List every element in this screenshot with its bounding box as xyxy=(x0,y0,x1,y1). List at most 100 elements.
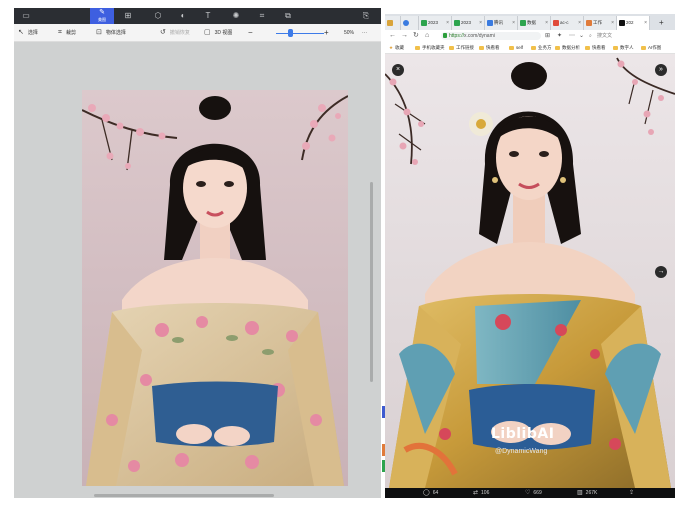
translate-icon[interactable]: ⊞ xyxy=(545,31,550,41)
views-button[interactable]: ▥ 267K xyxy=(577,489,597,497)
close-icon[interactable]: × xyxy=(446,16,449,30)
vertical-scrollbar[interactable] xyxy=(370,182,373,382)
tab-label: 腾讯 xyxy=(494,20,503,25)
tab-favicon xyxy=(454,20,460,26)
close-icon[interactable]: × xyxy=(392,64,404,76)
url-scheme: https:// xyxy=(449,33,465,39)
folder-icon xyxy=(585,46,590,50)
transform-icon[interactable]: ⊞ xyxy=(120,8,136,24)
crop-tool-button[interactable]: ⌗ 裁剪 xyxy=(58,28,76,38)
tab[interactable]: 数据 × xyxy=(518,16,551,30)
portrait-illustration xyxy=(82,90,348,486)
bookmark-item[interactable]: 业务方 xyxy=(531,44,552,52)
bookmark-item[interactable]: 数字人 xyxy=(613,44,634,52)
tab-label: 2023 xyxy=(461,20,472,25)
zoom-slider[interactable] xyxy=(276,33,324,34)
bookmark-item[interactable]: 数据分析 xyxy=(555,44,580,52)
zoom-in-button[interactable]: + xyxy=(324,28,329,38)
close-icon[interactable]: × xyxy=(479,16,482,30)
tab-strip: 2023 × 2023 × 腾讯 × 数据 × ac-c × 工作 × 202 × + xyxy=(385,14,675,30)
menu-icon[interactable]: ⋯ xyxy=(569,31,575,41)
chevron-down-icon[interactable]: ⌄ xyxy=(579,31,584,41)
close-icon[interactable]: × xyxy=(611,16,614,30)
bar-chart-icon: ▥ xyxy=(577,490,583,496)
browser-window: 2023 × 2023 × 腾讯 × 数据 × ac-c × 工作 × 202 × + ← →… xyxy=(385,14,675,498)
tab-label: 数据 xyxy=(527,20,536,25)
export-icon[interactable]: ⎘ xyxy=(358,8,374,24)
like-count: 669 xyxy=(533,490,542,496)
bookmark-item[interactable]: 手机收藏夹 xyxy=(415,44,445,52)
post-image xyxy=(385,54,675,488)
more-options-button[interactable]: ··· xyxy=(362,28,367,38)
address-bar[interactable]: https://x.com/dynami xyxy=(441,32,541,40)
layers-icon[interactable]: ⧉ xyxy=(280,8,296,24)
select-tool-button[interactable]: ↖ 选择 xyxy=(18,28,38,38)
back-icon[interactable]: ← xyxy=(389,31,396,41)
comment-icon: ◯ xyxy=(423,490,430,496)
repost-button[interactable]: ⇄ 106 xyxy=(473,489,489,497)
photo-editor-window: ▭ ✎ 美图 ⊞ ⬡ ◐ T ✺ ⌗ ⧉ ⎘ ↖ 选择 ⌗ 裁剪 ⊡ 物体选择 ↺ 撤销恢… xyxy=(14,8,381,498)
tab[interactable]: ac-c × xyxy=(551,16,584,30)
folder-icon xyxy=(613,46,618,50)
bookmark-item[interactable]: 快看看 xyxy=(479,44,500,52)
tab[interactable] xyxy=(401,16,419,30)
zoom-out-button[interactable]: − xyxy=(248,28,253,38)
tab-active[interactable]: 202 × xyxy=(617,16,650,30)
media-viewer: × » → LiblibAI @DynamicWang xyxy=(385,54,675,488)
tab[interactable]: 2023 × xyxy=(419,16,452,30)
tab[interactable]: 工作 × xyxy=(584,16,617,30)
forward-icon[interactable]: → xyxy=(401,31,408,41)
crop-icon[interactable]: ⌗ xyxy=(254,8,270,24)
like-button[interactable]: ♡ 669 xyxy=(525,489,542,497)
object-select-button[interactable]: ⊡ 物体选择 xyxy=(96,28,126,38)
tab[interactable] xyxy=(385,16,401,30)
search-input[interactable]: ⌕ 搜文文 xyxy=(589,32,659,40)
url-path: x.com/dynami xyxy=(464,33,495,39)
close-icon[interactable]: × xyxy=(512,16,515,30)
horizontal-scrollbar[interactable] xyxy=(94,494,274,497)
bookmark-label: 工作链接 xyxy=(456,45,474,50)
bookmark-item[interactable]: 工作链接 xyxy=(449,44,474,52)
tab-favicon xyxy=(487,20,493,26)
object-select-icon: ⊡ xyxy=(96,29,102,36)
close-icon[interactable]: × xyxy=(578,16,581,30)
restore-button[interactable]: ↺ 撤销恢复 xyxy=(160,28,190,38)
bookmark-item[interactable]: self xyxy=(509,44,523,52)
post-action-bar: ◯ 64 ⇄ 106 ♡ 669 ▥ 267K ⇪ xyxy=(385,488,675,498)
bookmark-label: 手机收藏夹 xyxy=(422,45,445,50)
expand-icon[interactable]: » xyxy=(655,64,667,76)
bookmark-item[interactable]: ★ 收藏 xyxy=(389,44,404,52)
text-icon[interactable]: T xyxy=(200,8,216,24)
new-tab-button[interactable]: + xyxy=(650,16,675,30)
close-icon[interactable]: × xyxy=(545,16,548,30)
palette-icon[interactable]: ◐ xyxy=(175,8,191,24)
tab[interactable]: 腾讯 × xyxy=(485,16,518,30)
close-icon[interactable]: × xyxy=(644,16,647,30)
next-arrow-icon[interactable]: → xyxy=(655,266,667,278)
beauty-tool-button[interactable]: ✎ 美图 xyxy=(90,8,114,24)
bookmark-item[interactable]: 快看看 xyxy=(585,44,606,52)
bookmark-item[interactable]: AI作图 xyxy=(641,44,661,52)
editor-canvas[interactable] xyxy=(14,42,381,498)
bookmark-label: 数据分析 xyxy=(562,45,580,50)
bookmark-label: 快看看 xyxy=(486,45,500,50)
pin-icon[interactable]: ✦ xyxy=(557,31,562,41)
zoom-slider-knob[interactable] xyxy=(288,29,294,37)
edited-portrait-image xyxy=(82,90,348,486)
home-icon[interactable]: ⌂ xyxy=(425,31,429,41)
3d-view-button[interactable]: ▢ 3D 视图 xyxy=(204,28,232,38)
window-icon[interactable]: ▭ xyxy=(18,8,34,24)
tab-label: 2023 xyxy=(428,20,439,25)
folder-icon xyxy=(555,46,560,50)
share-button[interactable]: ⇪ xyxy=(629,489,637,497)
sun-icon[interactable]: ✺ xyxy=(228,8,244,24)
restore-icon: ↺ xyxy=(160,29,166,36)
reload-icon[interactable]: ↻ xyxy=(413,31,419,41)
cube-icon[interactable]: ⬡ xyxy=(150,8,166,24)
bookmarks-bar: ★ 收藏 手机收藏夹 工作链接 快看看 self 业务方 数据分析 快看看 数字人… xyxy=(385,42,675,54)
tab[interactable]: 2023 × xyxy=(452,16,485,30)
search-icon: ⌕ xyxy=(589,33,592,39)
navigation-bar: ← → ↻ ⌂ https://x.com/dynami ⊞ ✦ ⋯ ⌄ ⌕ 搜文… xyxy=(385,30,675,42)
reply-button[interactable]: ◯ 64 xyxy=(423,489,438,497)
star-icon: ★ xyxy=(389,45,394,50)
